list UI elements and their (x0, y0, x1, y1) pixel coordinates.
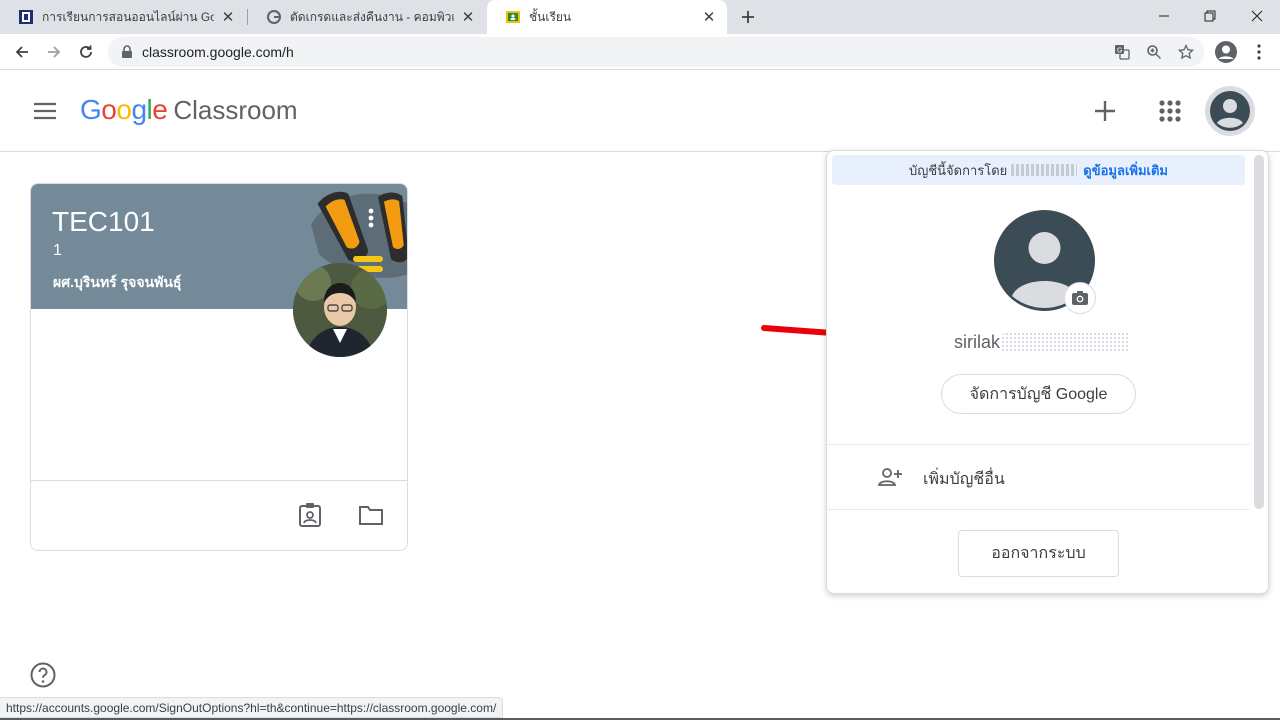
browser-toolbar: classroom.google.com/h G (0, 34, 1280, 70)
redacted-domain (1011, 164, 1078, 176)
tab-title: ตัดเกรดและส่งคืนงาน - คอมพิวเตอร์ - (290, 9, 454, 24)
google-wordmark: Google (80, 94, 168, 125)
restore-icon[interactable] (1187, 0, 1233, 32)
close-icon[interactable]: ✕ (460, 9, 476, 26)
help-icon[interactable] (30, 662, 56, 688)
class-card[interactable]: TEC101 1 ผศ.บุรินทร์ รุจจนพันธุ์ (30, 183, 408, 551)
google-apps-icon[interactable] (1150, 91, 1190, 131)
managed-account-banner: บัญชีนี้จัดการโดย ดูข้อมูลเพิ่มเติม (832, 155, 1245, 185)
account-popup: บัญชีนี้จัดการโดย ดูข้อมูลเพิ่มเติม siri… (826, 150, 1269, 594)
teacher-name[interactable]: ผศ.บุรินทร์ รุจจนพันธุ์ (53, 272, 181, 294)
profile-icon[interactable] (1212, 38, 1240, 66)
create-join-class-button[interactable] (1085, 91, 1125, 131)
url-text: classroom.google.com/h (142, 44, 294, 60)
popup-divider (827, 509, 1250, 510)
class-section: 1 (53, 242, 62, 259)
popup-scrollbar[interactable] (1254, 155, 1264, 509)
add-account-label: เพิ่มบัญชีอื่น (923, 471, 1005, 488)
browser-menu-icon[interactable] (1245, 38, 1273, 66)
lock-icon[interactable] (117, 42, 137, 62)
account-name: sirilak (954, 332, 1131, 353)
translate-icon[interactable]: G (1112, 42, 1132, 62)
school-emblem-icon (18, 9, 34, 25)
card-divider (31, 480, 407, 481)
change-photo-camera-icon[interactable] (1064, 282, 1096, 314)
back-arrow-icon[interactable] (8, 38, 36, 66)
class-title[interactable]: TEC101 (52, 206, 155, 238)
minimize-icon[interactable] (1141, 0, 1187, 32)
teacher-photo (293, 263, 387, 357)
forward-arrow-icon[interactable] (40, 38, 68, 66)
classroom-icon (505, 9, 521, 25)
address-bar[interactable]: classroom.google.com/h G (108, 37, 1204, 67)
main-menu-icon[interactable] (25, 91, 65, 131)
learn-more-link[interactable]: ดูข้อมูลเพิ่มเติม (1083, 160, 1168, 181)
folder-icon[interactable] (357, 502, 385, 528)
managed-by-text: บัญชีนี้จัดการโดย (908, 162, 1008, 178)
browser-tab-1[interactable]: การเรียนการสอนออนไลน์ผ่าน Google ✕ (0, 0, 246, 34)
add-person-icon (877, 465, 903, 489)
reload-icon[interactable] (72, 38, 100, 66)
link-status-bubble: https://accounts.google.com/SignOutOptio… (0, 697, 504, 718)
zoom-icon[interactable] (1144, 42, 1164, 62)
account-name-text: sirilak (954, 332, 1001, 352)
browser-tab-3[interactable]: ชั้นเรียน ✕ (487, 0, 727, 34)
window-close-icon[interactable] (1234, 0, 1280, 32)
browser-tab-strip: การเรียนการสอนออนไลน์ผ่าน Google ✕ ตัดเก… (0, 0, 1280, 34)
app-header: Google Classroom (0, 71, 1280, 152)
close-icon[interactable]: ✕ (701, 9, 717, 26)
more-options-icon[interactable] (361, 204, 381, 232)
bookmark-star-icon[interactable] (1176, 42, 1196, 62)
add-another-account-item[interactable]: เพิ่มบัญชีอื่น (827, 445, 1250, 509)
svg-text:G: G (1117, 48, 1122, 55)
classroom-logo[interactable]: Google Classroom (80, 94, 298, 128)
close-icon[interactable]: ✕ (220, 9, 236, 26)
browser-tab-2[interactable]: ตัดเกรดและส่งคืนงาน - คอมพิวเตอร์ - ✕ (248, 0, 486, 34)
product-name: Classroom (173, 95, 298, 125)
redacted-email (1002, 332, 1131, 353)
account-avatar-button[interactable] (1205, 86, 1255, 136)
tab-title: การเรียนการสอนออนไลน์ผ่าน Google (42, 9, 214, 24)
new-tab-button[interactable] (736, 6, 760, 28)
sign-out-button[interactable]: ออกจากระบบ (958, 530, 1119, 577)
manage-google-account-button[interactable]: จัดการบัญชี Google (941, 374, 1136, 414)
open-your-work-icon[interactable] (297, 502, 323, 528)
google-g-icon (266, 9, 282, 25)
tab-title: ชั้นเรียน (529, 9, 572, 24)
